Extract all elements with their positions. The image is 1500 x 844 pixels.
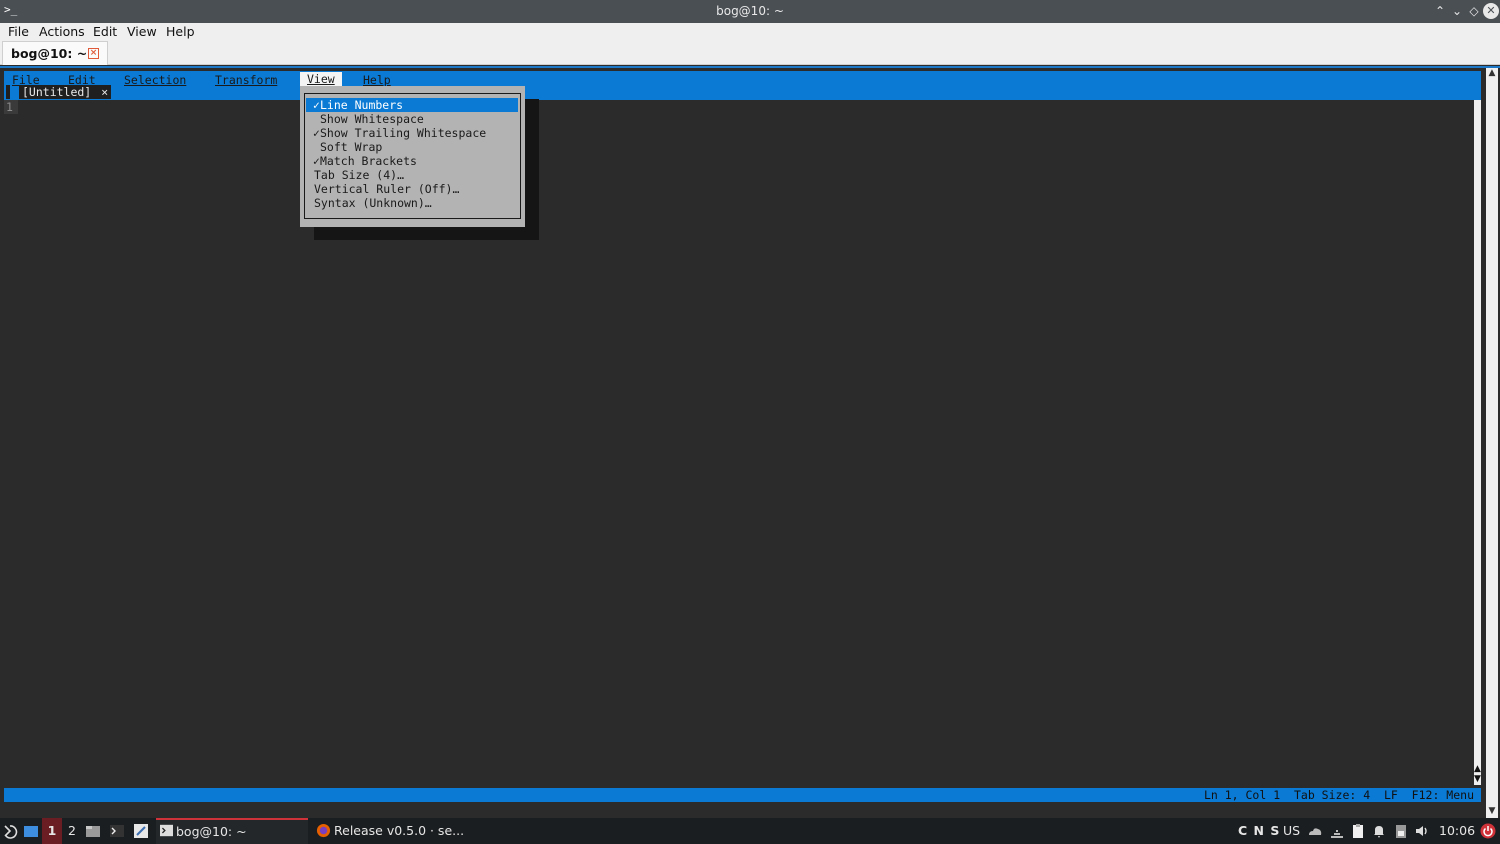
editor-scrollbar[interactable]: ▲ ▼ — [1474, 100, 1481, 785]
menu-file[interactable]: File — [8, 24, 29, 39]
menu-item-match-brackets[interactable]: ✓Match Brackets — [306, 154, 518, 168]
scroll-down-icon[interactable]: ▼ — [1486, 806, 1498, 816]
window-title: bog@10: ~ — [716, 4, 784, 18]
menu-item-line-numbers[interactable]: ✓Line Numbers — [306, 98, 518, 112]
network-icon[interactable] — [1329, 823, 1345, 839]
keyboard-layout[interactable]: US — [1283, 823, 1300, 838]
task-browser[interactable]: Release v0.5.0 · se... — [334, 823, 464, 838]
tab-bar: bog@10: ~ × — [0, 41, 1500, 65]
app-menubar: File Actions Edit View Help — [0, 23, 1500, 41]
menu-help[interactable]: Help — [166, 24, 195, 39]
menu-actions[interactable]: Actions — [39, 24, 85, 39]
editor-menu-help[interactable]: Help — [363, 73, 391, 87]
editor-menu-transform[interactable]: Transform — [215, 73, 277, 87]
menu-item-tab-size[interactable]: Tab Size (4)… — [306, 168, 518, 182]
firefox-icon — [316, 823, 331, 838]
editor-menu-view[interactable]: View — [300, 72, 342, 86]
menu-item-vertical-ruler[interactable]: Vertical Ruler (Off)… — [306, 182, 518, 196]
clipboard-icon[interactable] — [1350, 823, 1366, 839]
terminal-tab[interactable]: bog@10: ~ × — [2, 41, 108, 65]
file-tab[interactable]: [Untitled] × — [19, 85, 112, 99]
close-icon[interactable]: ✕ — [1483, 3, 1499, 19]
file-manager-icon[interactable] — [85, 823, 101, 839]
notifications-icon[interactable] — [1371, 823, 1387, 839]
menu-item-show-trailing-whitespace[interactable]: ✓Show Trailing Whitespace — [306, 126, 518, 140]
check-icon: ✓ — [313, 98, 320, 112]
tab-corner — [6, 85, 10, 99]
text-editor-icon[interactable] — [133, 823, 149, 839]
cloud-icon[interactable] — [1307, 823, 1323, 839]
terminal-scrollbar[interactable]: ▲ ▼ — [1486, 68, 1498, 820]
maximize-icon[interactable]: ◇ — [1466, 3, 1482, 19]
tray-indicators[interactable]: C N S — [1238, 823, 1280, 838]
task-label: bog@10: ~ — [176, 824, 247, 839]
view-dropdown-menu: ✓Line Numbers Show Whitespace ✓Show Trai… — [300, 86, 525, 227]
power-icon[interactable] — [1480, 823, 1496, 839]
editor-statusbar: Ln 1, Col 1 Tab Size: 4 LF F12: Menu — [4, 788, 1481, 802]
workspace-2[interactable]: 2 — [68, 823, 76, 838]
terminal-tab-label: bog@10: ~ — [11, 46, 88, 61]
tab-close-icon[interactable]: × — [88, 48, 99, 59]
show-desktop-icon[interactable] — [23, 823, 39, 839]
menu-edit[interactable]: Edit — [93, 24, 117, 39]
file-tab-close-icon[interactable]: × — [101, 85, 108, 99]
terminal-area[interactable]: File Edit Selection Transform View Help … — [0, 66, 1500, 820]
scroll-down-icon[interactable]: ▼ — [1474, 774, 1481, 784]
volume-icon[interactable] — [1414, 823, 1430, 839]
status-text: Ln 1, Col 1 Tab Size: 4 LF F12: Menu — [1203, 788, 1474, 802]
menu-item-syntax[interactable]: Syntax (Unknown)… — [306, 196, 518, 210]
menu-item-show-whitespace[interactable]: Show Whitespace — [306, 112, 518, 126]
keep-above-icon[interactable]: ⌃ — [1432, 3, 1448, 19]
menu-view[interactable]: View — [127, 24, 157, 39]
task-terminal[interactable]: bog@10: ~ — [156, 818, 308, 844]
clock[interactable]: 10:06 — [1439, 823, 1475, 838]
minimize-icon[interactable]: ⌄ — [1449, 3, 1465, 19]
file-tab-label: [Untitled] — [22, 85, 92, 99]
scroll-up-icon[interactable]: ▲ — [1474, 764, 1481, 774]
workspace-1[interactable]: 1 — [42, 818, 62, 844]
terminal-launcher-icon[interactable] — [109, 823, 125, 839]
app-launcher-icon[interactable] — [2, 823, 18, 839]
editor-menubar: File Edit Selection Transform View Help … — [4, 71, 1481, 100]
terminal-task-icon — [160, 824, 173, 837]
battery-icon[interactable] — [1393, 823, 1409, 839]
scroll-up-icon[interactable]: ▲ — [1486, 68, 1498, 78]
window-titlebar: >_ bog@10: ~ ⌃ ⌄ ◇ ✕ — [0, 0, 1500, 23]
menu-item-soft-wrap[interactable]: Soft Wrap — [306, 140, 518, 154]
line-number: 1 — [4, 100, 18, 114]
check-icon: ✓ — [313, 154, 320, 168]
check-icon: ✓ — [313, 126, 320, 140]
editor-menu-selection[interactable]: Selection — [124, 73, 186, 87]
taskbar: 1 2 bog@10: ~ Release v0.5.0 · se... C N… — [0, 818, 1500, 844]
